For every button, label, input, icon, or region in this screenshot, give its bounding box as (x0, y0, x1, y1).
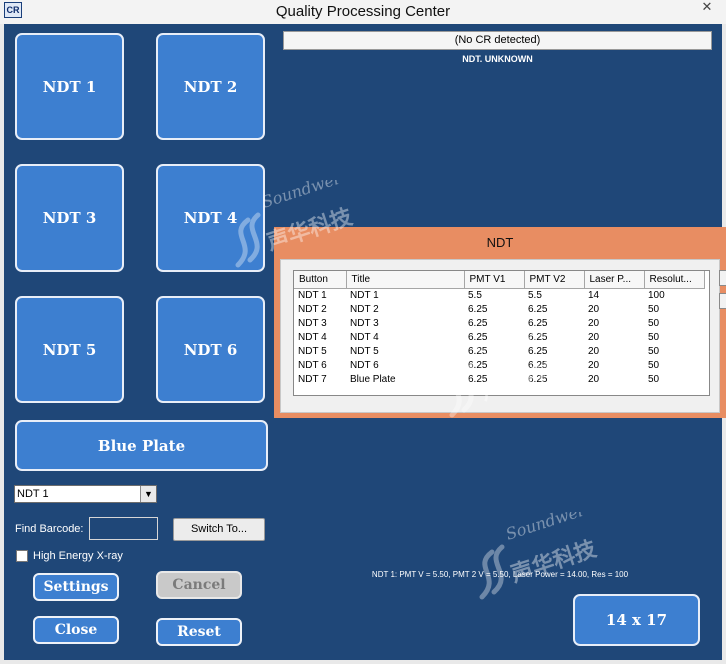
table-row[interactable]: NDT 1 NDT 1 5.5 5.5 14 100 (294, 288, 704, 302)
cell: NDT 6 (298, 359, 327, 371)
cancel-button[interactable]: Cancel (156, 571, 242, 599)
chevron-down-icon[interactable]: ▼ (140, 486, 156, 502)
close-button[interactable]: Close (33, 616, 119, 644)
ndt-3-button[interactable]: NDT 3 (15, 164, 124, 272)
table-row[interactable]: NDT 4 NDT 4 6.25 6.25 20 50 (294, 330, 704, 344)
cell: 6.25 (528, 359, 548, 371)
column-header-laser-power[interactable]: Laser P... (584, 271, 645, 289)
cr-status-bar: (No CR detected) (283, 31, 712, 50)
settings-button[interactable]: Settings (33, 573, 119, 601)
cell: Blue Plate (350, 373, 396, 385)
cell: 6.25 (528, 373, 548, 385)
size-14x17-button[interactable]: 14 x 17 (573, 594, 700, 646)
popup-title: NDT (486, 235, 514, 250)
ndt-table[interactable]: Button Title PMT V1 PMT V2 Laser P... Re… (293, 270, 710, 396)
cell: 50 (648, 373, 660, 385)
cell: NDT 1 (350, 289, 379, 301)
cell: 6.25 (528, 331, 548, 343)
cell: 6.25 (468, 303, 488, 315)
close-window-icon[interactable]: ✕ (694, 0, 720, 16)
cell: NDT 3 (350, 317, 379, 329)
cell: 14 (588, 289, 600, 301)
cell: NDT 6 (350, 359, 379, 371)
table-row[interactable]: NDT 3 NDT 3 6.25 6.25 20 50 (294, 316, 704, 330)
cell: 50 (648, 345, 660, 357)
ndt-popup: NDT Button Title PMT V1 PMT V2 Laser P..… (274, 227, 726, 418)
cell: NDT 4 (298, 331, 327, 343)
cell: NDT 4 (350, 331, 379, 343)
find-barcode-input[interactable] (89, 517, 158, 540)
cell: 6.25 (468, 359, 488, 371)
cell: 50 (648, 317, 660, 329)
cell: NDT 3 (298, 317, 327, 329)
column-header-button[interactable]: Button (294, 271, 347, 289)
cell: 6.25 (468, 317, 488, 329)
cell: 20 (588, 331, 600, 343)
cell: 5.5 (468, 289, 482, 301)
cell: 6.25 (528, 317, 548, 329)
cell: NDT 1 (298, 289, 327, 301)
ndt-2-button[interactable]: NDT 2 (156, 33, 265, 140)
cell: NDT 7 (298, 373, 327, 385)
ndt-status-text: NDT. UNKNOWN (462, 54, 533, 64)
window-frame-bottom (0, 660, 726, 664)
ndt-select[interactable]: NDT 1 ▼ (14, 485, 157, 503)
cell: NDT 2 (298, 303, 327, 315)
cell: 20 (588, 345, 600, 357)
cell: NDT 5 (350, 345, 379, 357)
ndt-4-button[interactable]: NDT 4 (156, 164, 265, 272)
blue-plate-button[interactable]: Blue Plate (15, 420, 268, 471)
cell: 20 (588, 303, 600, 315)
column-header-resolution[interactable]: Resolut... (644, 271, 705, 289)
ndt-info-text: NDT 1: PMT V = 5.50, PMT 2 V = 5.50, Las… (371, 570, 629, 579)
cell: 50 (648, 303, 660, 315)
cell: 100 (648, 289, 665, 301)
cell: 20 (588, 317, 600, 329)
cell: NDT 2 (350, 303, 379, 315)
cell: 6.25 (468, 331, 488, 343)
popup-content: Button Title PMT V1 PMT V2 Laser P... Re… (280, 259, 726, 413)
cell: 6.25 (528, 345, 548, 357)
cell: 6.25 (468, 373, 488, 385)
cell: 50 (648, 331, 660, 343)
title-bar: CR Quality Processing Center ✕ (0, 0, 726, 24)
cell: 20 (588, 359, 600, 371)
high-energy-checkbox[interactable] (16, 550, 28, 562)
column-header-title[interactable]: Title (346, 271, 465, 289)
table-row[interactable]: NDT 5 NDT 5 6.25 6.25 20 50 (294, 344, 704, 358)
cell: 5.5 (528, 289, 542, 301)
switch-to-button[interactable]: Switch To... (173, 518, 265, 541)
cell: NDT 5 (298, 345, 327, 357)
column-header-pmt-v2[interactable]: PMT V2 (524, 271, 585, 289)
high-energy-label: High Energy X-ray (33, 550, 123, 562)
window-title: Quality Processing Center (275, 3, 451, 20)
reset-button[interactable]: Reset (156, 618, 242, 646)
cell: 6.25 (468, 345, 488, 357)
cell: 6.25 (528, 303, 548, 315)
column-header-pmt-v1[interactable]: PMT V1 (464, 271, 525, 289)
ndt-6-button[interactable]: NDT 6 (156, 296, 265, 403)
table-row[interactable]: NDT 2 NDT 2 6.25 6.25 20 50 (294, 302, 704, 316)
cell: 50 (648, 359, 660, 371)
ndt-1-button[interactable]: NDT 1 (15, 33, 124, 140)
table-header-row: Button Title PMT V1 PMT V2 Laser P... Re… (294, 271, 705, 289)
ndt-select-value: NDT 1 (17, 488, 49, 500)
cell: 20 (588, 373, 600, 385)
popup-side-button[interactable] (719, 270, 726, 286)
ndt-5-button[interactable]: NDT 5 (15, 296, 124, 403)
find-barcode-label: Find Barcode: (15, 523, 84, 535)
popup-side-button[interactable] (719, 293, 726, 309)
table-row[interactable]: NDT 7 Blue Plate 6.25 6.25 20 50 (294, 372, 704, 386)
table-row[interactable]: NDT 6 NDT 6 6.25 6.25 20 50 (294, 358, 704, 372)
